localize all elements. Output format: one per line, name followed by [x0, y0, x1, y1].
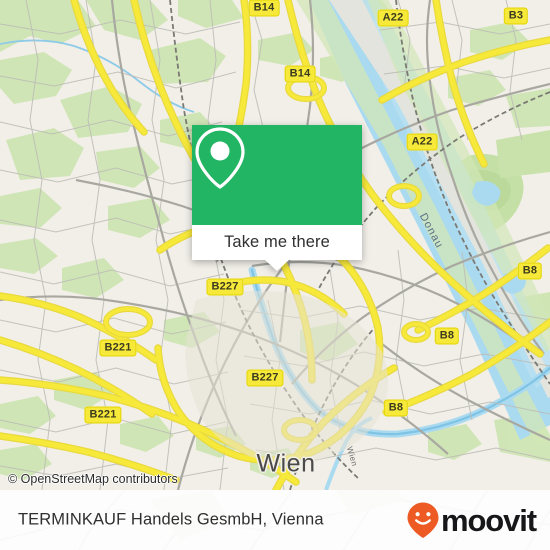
popup-header	[192, 125, 362, 225]
place-title: TERMINKAUF Handels GesmbH, Vienna	[18, 510, 324, 529]
moovit-smiley-pin-icon	[407, 502, 439, 538]
osm-attribution[interactable]: © OpenStreetMap contributors	[8, 472, 178, 486]
moovit-logo[interactable]: moovit	[406, 501, 537, 539]
take-me-there-label: Take me there	[224, 233, 330, 251]
popup-pointer-tail	[265, 260, 289, 271]
road-shield[interactable]: B14	[248, 0, 280, 17]
road-shield[interactable]: B221	[84, 406, 122, 424]
road-shield[interactable]: B8	[434, 327, 460, 345]
footer-bar: TERMINKAUF Handels GesmbH, Vienna moovit	[0, 490, 550, 550]
road-shield[interactable]: B221	[99, 339, 137, 357]
road-shield[interactable]: B8	[517, 262, 543, 280]
city-label-wien: Wien	[256, 449, 316, 478]
moovit-map-card: B14 A22 B3 B14 A22 B8 B227 B221 B227 B8 …	[0, 0, 550, 550]
location-popup-card[interactable]: Take me there	[192, 125, 362, 271]
moovit-wordmark: moovit	[440, 502, 537, 538]
road-shield[interactable]: B227	[206, 278, 244, 296]
road-shield[interactable]: B3	[503, 7, 529, 25]
map-pin-icon	[195, 127, 245, 189]
road-shield[interactable]: A22	[377, 9, 409, 27]
road-shield[interactable]: A22	[406, 133, 438, 151]
road-shield[interactable]: B8	[383, 399, 409, 417]
map-canvas[interactable]: B14 A22 B3 B14 A22 B8 B227 B221 B227 B8 …	[0, 0, 550, 490]
road-shield[interactable]: B227	[246, 369, 284, 387]
road-shield[interactable]: B14	[284, 65, 316, 83]
popup-footer[interactable]: Take me there	[192, 225, 362, 260]
